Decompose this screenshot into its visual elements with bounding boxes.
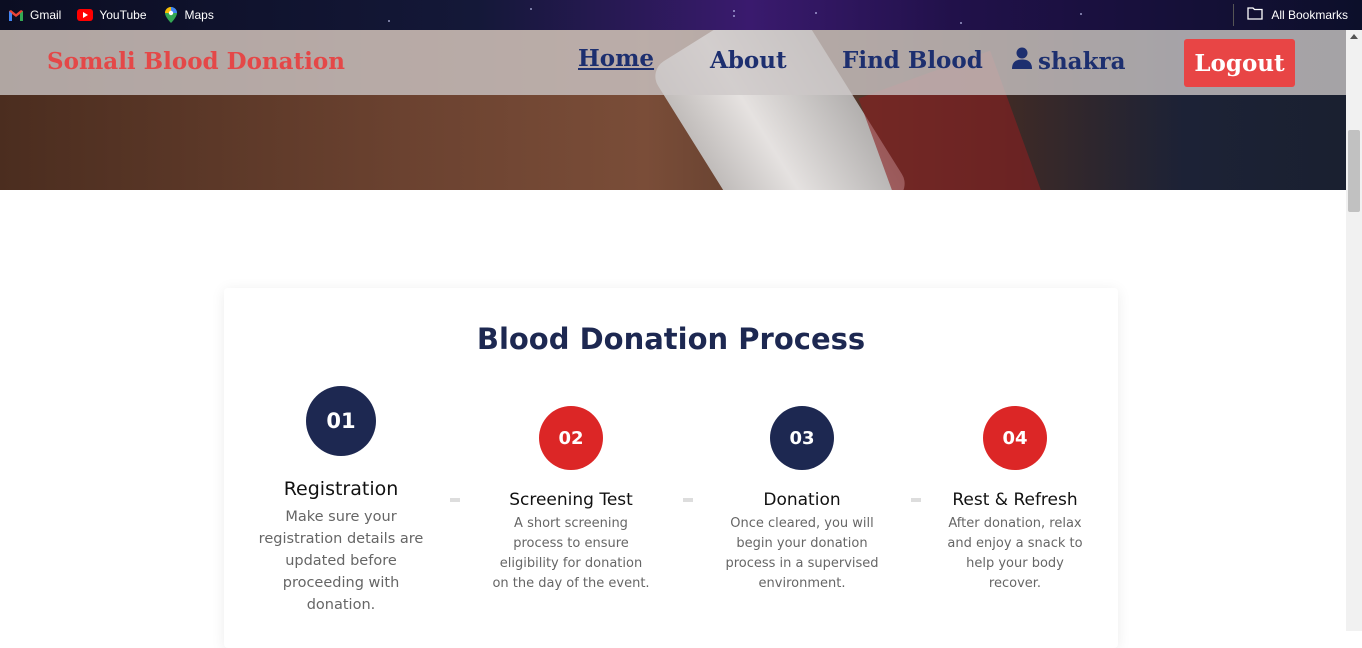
step-number-badge: 04 xyxy=(983,406,1047,470)
process-step: 01 Registration Make sure your registrat… xyxy=(258,386,424,616)
background-star xyxy=(733,15,735,17)
nav-link-about[interactable]: About xyxy=(710,47,787,74)
step-description: After donation, relax and enjoy a snack … xyxy=(947,516,1083,591)
nav-link-find-blood[interactable]: Find Blood xyxy=(842,47,983,74)
process-title: Blood Donation Process xyxy=(476,322,866,356)
user-icon xyxy=(1012,47,1032,75)
step-connector xyxy=(450,498,460,502)
nav-user-profile[interactable]: shakra xyxy=(1012,47,1126,75)
background-star xyxy=(733,10,735,12)
step-number-badge: 03 xyxy=(770,406,834,470)
step-description: Once cleared, you will begin your donati… xyxy=(725,516,879,591)
step-connector xyxy=(683,498,693,502)
bookmark-maps[interactable]: Maps xyxy=(163,7,214,23)
step-title: Rest & Refresh xyxy=(952,490,1078,510)
step-description: Make sure your registration details are … xyxy=(258,509,424,613)
background-star xyxy=(815,12,817,14)
step-number-badge: 02 xyxy=(539,406,603,470)
folder-icon xyxy=(1247,7,1263,23)
step-title: Registration xyxy=(283,478,399,500)
process-step: 02 Screening Test A short screening proc… xyxy=(490,406,652,594)
bookmark-label: Maps xyxy=(184,8,214,22)
step-title: Screening Test xyxy=(509,490,633,510)
process-card: Blood Donation Process 01 Registration M… xyxy=(224,288,1118,648)
nav-link-home[interactable]: Home xyxy=(578,45,654,72)
gmail-icon xyxy=(8,8,24,22)
user-name: shakra xyxy=(1038,47,1126,75)
bookmark-gmail[interactable]: Gmail xyxy=(8,8,61,22)
step-description: A short screening process to ensure elig… xyxy=(492,516,650,591)
bookmark-label: YouTube xyxy=(99,8,147,22)
background-star xyxy=(1080,13,1082,15)
bookmarks-bar: Gmail YouTube Maps All Bookmarks xyxy=(0,0,1362,30)
page-scrollbar[interactable] xyxy=(1346,30,1362,631)
bookmark-youtube[interactable]: YouTube xyxy=(77,8,147,22)
background-star xyxy=(530,8,532,10)
scroll-up-arrow-icon[interactable] xyxy=(1350,34,1358,39)
process-step: 04 Rest & Refresh After donation, relax … xyxy=(946,406,1084,594)
youtube-icon xyxy=(77,8,94,22)
logout-button[interactable]: Logout xyxy=(1184,39,1295,87)
background-star xyxy=(960,22,962,24)
process-step: 03 Donation Once cleared, you will begin… xyxy=(723,406,881,594)
step-connector xyxy=(911,498,921,502)
bookmark-label: Gmail xyxy=(30,8,62,22)
scrollbar-thumb[interactable] xyxy=(1348,130,1360,212)
all-bookmarks-label: All Bookmarks xyxy=(1271,8,1348,22)
maps-icon xyxy=(163,7,179,23)
step-title: Donation xyxy=(763,490,841,510)
brand-logo[interactable]: Somali Blood Donation xyxy=(47,48,345,75)
navbar: Somali Blood Donation Home About Find Bl… xyxy=(0,30,1346,95)
step-number-badge: 01 xyxy=(306,386,376,456)
bookmarks-separator xyxy=(1233,4,1234,26)
background-star xyxy=(388,20,390,22)
all-bookmarks-button[interactable]: All Bookmarks xyxy=(1247,0,1348,30)
